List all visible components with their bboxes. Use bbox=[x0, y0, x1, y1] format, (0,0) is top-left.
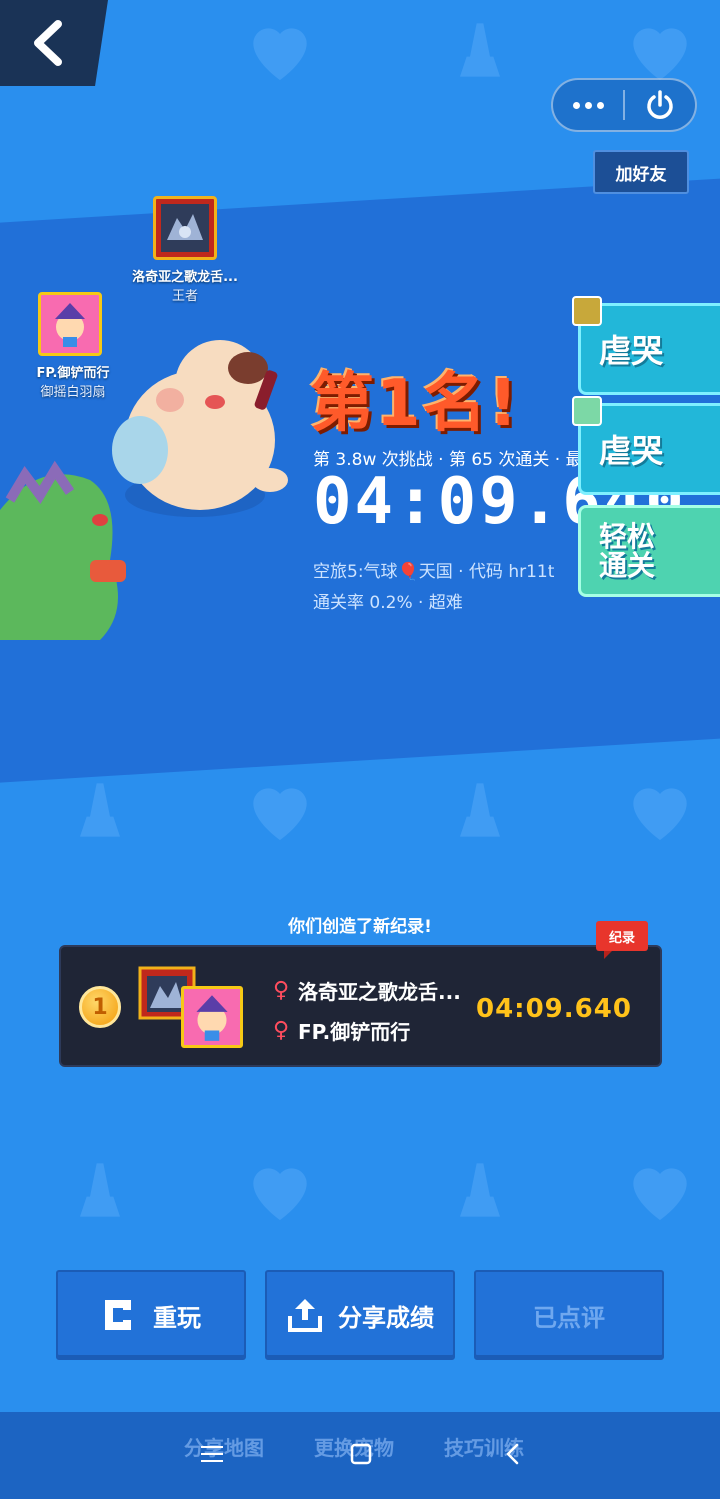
rated-label: 已点评 bbox=[533, 1303, 605, 1332]
female-icon: ♀ bbox=[272, 1018, 290, 1043]
more-button[interactable] bbox=[553, 80, 623, 130]
clear-rate: 通关率 0.2% · 超难 bbox=[313, 593, 463, 613]
system-menu-button[interactable] bbox=[198, 1440, 226, 1468]
heart-icon bbox=[620, 770, 700, 850]
rank-title: 第1名! bbox=[310, 367, 520, 441]
player-title: 王者 bbox=[171, 289, 198, 304]
home-square-icon bbox=[350, 1443, 372, 1465]
share-label: 分享成绩 bbox=[338, 1303, 434, 1332]
rank-medal-icon: 1 bbox=[79, 986, 121, 1028]
menu-icon bbox=[201, 1446, 223, 1462]
heart-icon bbox=[240, 1150, 320, 1230]
rated-button[interactable]: 已点评 bbox=[474, 1270, 664, 1360]
more-dots-icon bbox=[572, 101, 604, 109]
record-player-name: FP.御铲而行 bbox=[298, 1020, 411, 1044]
character-avatar-icon bbox=[43, 297, 97, 351]
dinosaur-mascot-illustration bbox=[0, 460, 126, 640]
record-time: 04:09.640 bbox=[476, 994, 632, 1024]
chevron-left-icon bbox=[34, 20, 62, 66]
rating-label: 轻松 通关 bbox=[599, 519, 656, 582]
replay-button[interactable]: 重玩 bbox=[56, 1270, 246, 1360]
hat-icon bbox=[60, 770, 140, 850]
rating-label: 虐哭 bbox=[599, 332, 664, 370]
record-player-avatar bbox=[181, 986, 243, 1048]
hat-icon bbox=[440, 10, 520, 90]
add-friend-button[interactable]: 加好友 bbox=[593, 150, 689, 194]
rater-avatar bbox=[572, 396, 602, 426]
female-icon: ♀ bbox=[272, 978, 290, 1003]
share-icon bbox=[288, 1299, 322, 1332]
back-button[interactable] bbox=[0, 0, 108, 86]
record-player-name: 洛奇亚之歌龙舌... bbox=[298, 980, 461, 1004]
close-button[interactable] bbox=[625, 80, 695, 130]
hat-icon bbox=[440, 1150, 520, 1230]
replay-icon bbox=[105, 1300, 131, 1330]
player-tag-top[interactable]: 洛奇亚之歌龙舌... 王者 bbox=[120, 196, 250, 304]
character-avatar-icon bbox=[196, 995, 228, 1041]
rating-label: 虐哭 bbox=[599, 432, 664, 470]
power-icon bbox=[647, 90, 673, 119]
heart-icon bbox=[620, 1150, 700, 1230]
record-badge: 纪录 bbox=[596, 921, 648, 959]
rater-avatar bbox=[572, 296, 602, 326]
dragon-avatar-icon bbox=[161, 204, 209, 252]
heart-icon bbox=[240, 770, 320, 850]
hat-icon bbox=[60, 1150, 140, 1230]
map-info: 空旅5:气球🎈天国 · 代码 hr11t bbox=[313, 562, 555, 582]
player-avatar bbox=[153, 196, 217, 260]
player-avatar bbox=[38, 292, 102, 356]
mini-program-capsule bbox=[551, 78, 697, 132]
rating-card-easy[interactable]: 轻松 通关 bbox=[578, 505, 720, 597]
hat-icon bbox=[440, 770, 520, 850]
system-home-button[interactable] bbox=[347, 1440, 375, 1468]
replay-label: 重玩 bbox=[153, 1303, 201, 1332]
heart-icon bbox=[240, 10, 320, 90]
record-player-2: ♀ FP.御铲而行 bbox=[272, 1016, 410, 1045]
chevron-left-icon bbox=[506, 1443, 519, 1465]
player-name: 洛奇亚之歌龙舌... bbox=[132, 270, 238, 285]
record-player-1: ♀ 洛奇亚之歌龙舌... bbox=[272, 976, 461, 1005]
share-result-button[interactable]: 分享成绩 bbox=[265, 1270, 455, 1360]
system-back-button[interactable] bbox=[498, 1440, 526, 1468]
